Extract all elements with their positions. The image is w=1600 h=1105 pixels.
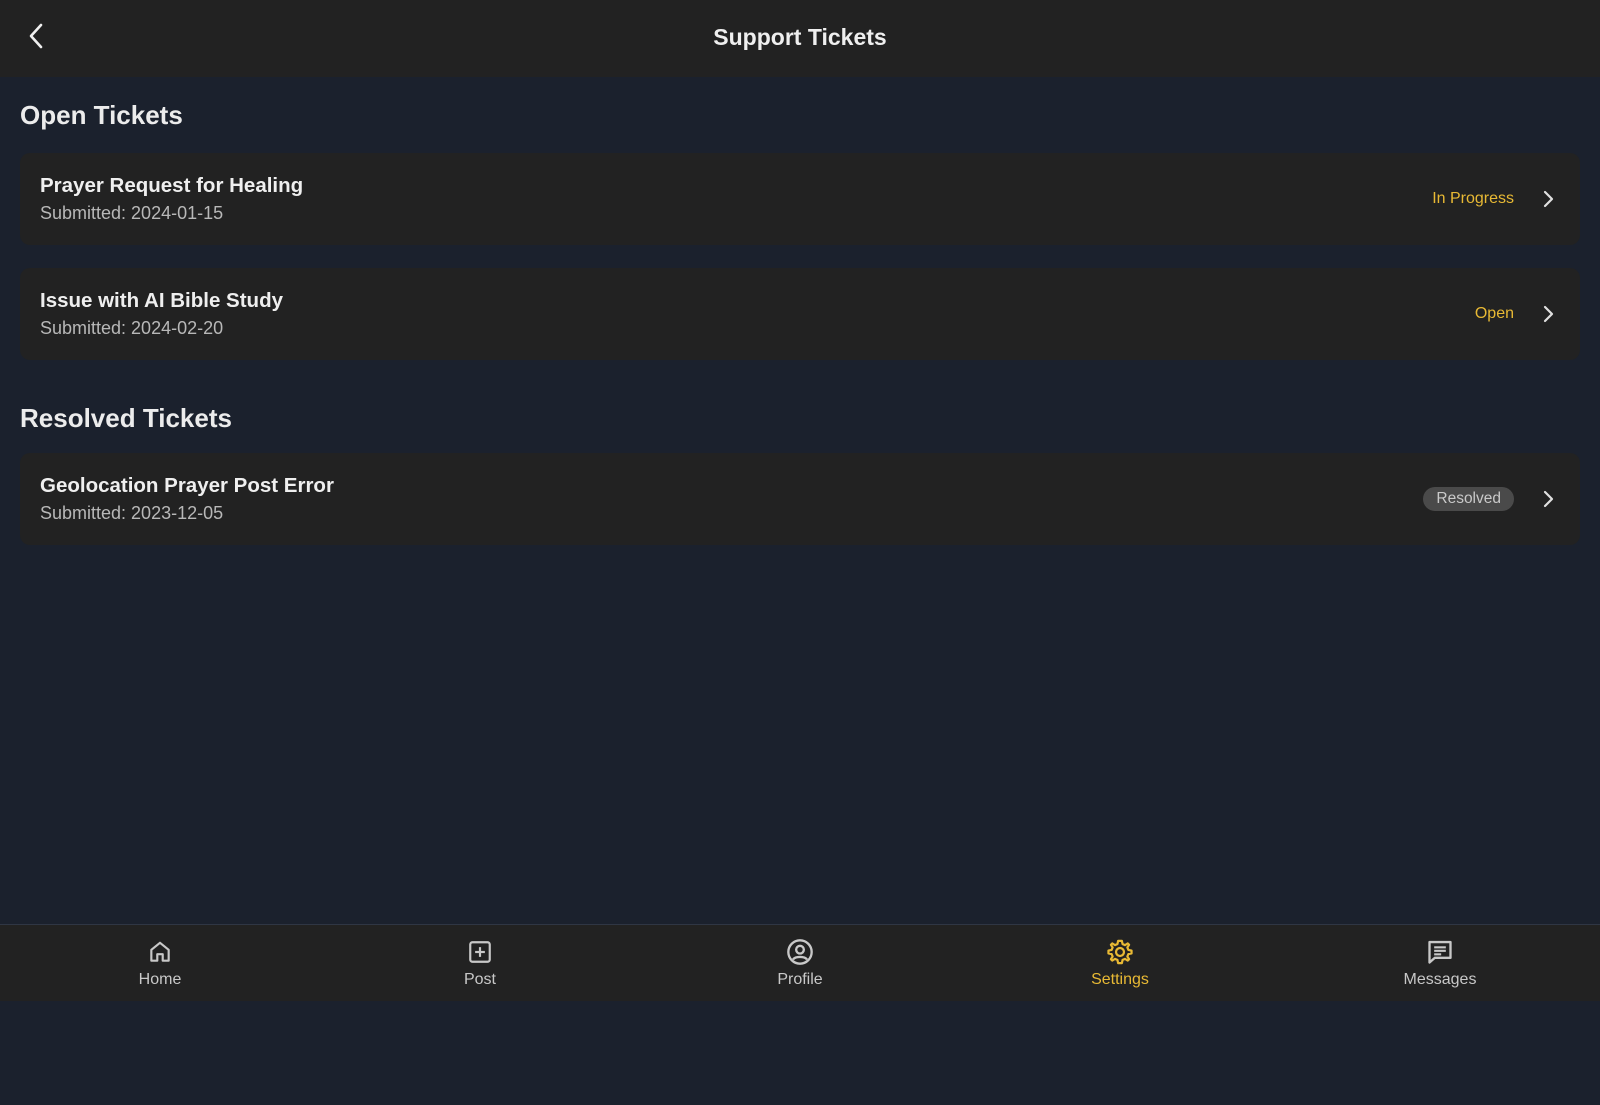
home-icon [146,938,174,966]
chevron-right-icon [1538,489,1558,509]
ticket-card[interactable]: Prayer Request for Healing Submitted: 20… [20,153,1580,245]
chevron-right-icon [1538,189,1558,209]
open-tickets-heading: Open Tickets [20,99,183,130]
bottom-navigation: Home Post Profile Settings Messages [0,924,1600,1001]
nav-item-home[interactable]: Home [0,925,320,1001]
nav-label: Home [138,970,182,988]
ticket-title: Geolocation Prayer Post Error [40,473,334,497]
message-icon [1426,938,1454,966]
chevron-left-icon [29,23,43,49]
gear-icon [1106,938,1134,966]
user-circle-icon [786,938,814,966]
page-title: Support Tickets [713,24,887,50]
ticket-submitted-date: Submitted: 2023-12-05 [40,502,224,523]
status-badge: Resolved [1423,487,1514,511]
ticket-title: Prayer Request for Healing [40,173,304,197]
nav-label: Profile [777,970,823,988]
ticket-submitted-date: Submitted: 2024-01-15 [40,202,224,223]
ticket-submitted-date: Submitted: 2024-02-20 [40,317,224,338]
nav-item-messages[interactable]: Messages [1280,925,1600,1001]
nav-item-profile[interactable]: Profile [640,925,960,1001]
ticket-card[interactable]: Issue with AI Bible Study Submitted: 202… [20,268,1580,360]
nav-label: Post [463,970,496,988]
ticket-title: Issue with AI Bible Study [40,288,283,312]
plus-square-icon [466,938,494,966]
status-badge: Open [1474,305,1514,322]
ticket-card[interactable]: Geolocation Prayer Post Error Submitted:… [20,453,1580,545]
tickets-content: Open Tickets Prayer Request for Healing … [20,77,1580,568]
nav-item-settings[interactable]: Settings [960,925,1280,1001]
nav-label: Messages [1403,970,1477,988]
resolved-tickets-heading: Resolved Tickets [20,402,232,433]
chevron-right-icon [1538,304,1558,324]
status-badge: In Progress [1432,190,1514,207]
nav-item-post[interactable]: Post [320,925,640,1001]
app-header: Support Tickets [0,0,1600,77]
nav-label: Settings [1091,970,1149,988]
back-button[interactable] [18,18,54,54]
